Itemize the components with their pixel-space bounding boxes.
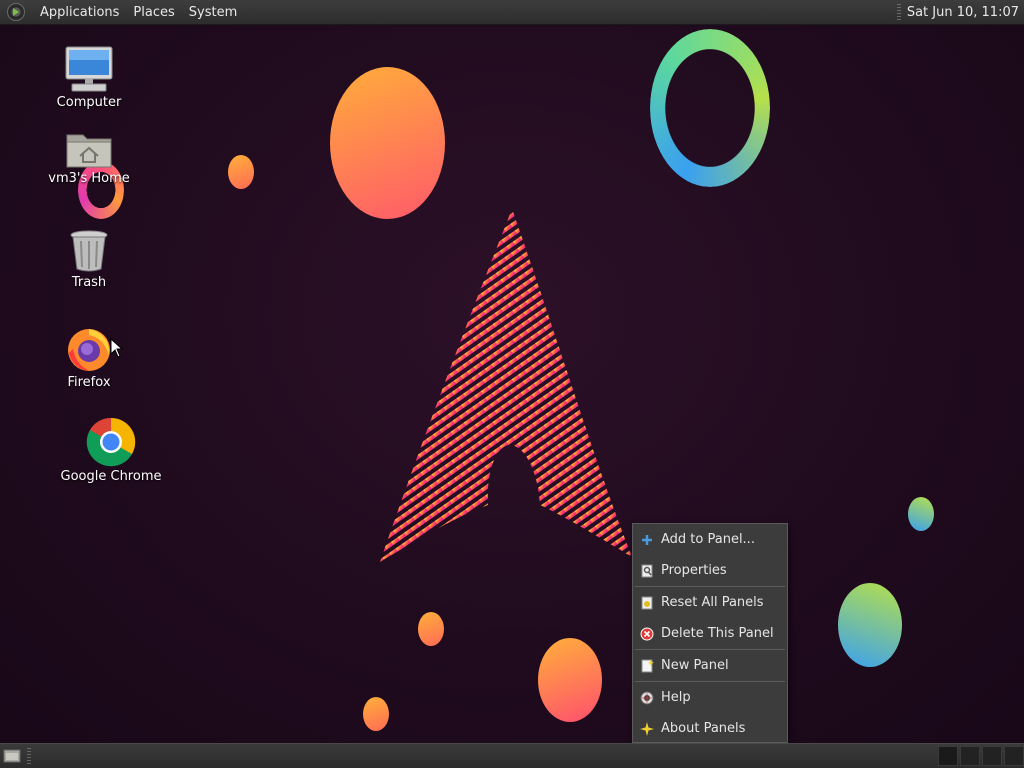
delete-icon (639, 626, 655, 642)
workspace-1[interactable] (938, 746, 958, 766)
wallpaper-blob (908, 497, 934, 531)
wallpaper-blob (538, 638, 602, 722)
desktop-icon-home[interactable]: vm3's Home (29, 129, 149, 186)
menu-item-new-panel[interactable]: New Panel (633, 650, 787, 681)
home-folder-icon (66, 134, 112, 168)
menu-item-label: About Panels (661, 721, 746, 736)
desktop-icon-firefox[interactable]: Firefox (29, 325, 149, 390)
chrome-icon (86, 417, 136, 467)
mouse-cursor-icon (110, 338, 124, 358)
show-desktop-icon[interactable] (3, 748, 21, 764)
firefox-label: Firefox (67, 375, 111, 390)
desktop-icon-chrome[interactable]: Google Chrome (51, 417, 171, 484)
desktop-icon-trash[interactable]: Trash (29, 229, 149, 290)
menu-item-label: Delete This Panel (661, 626, 774, 641)
trash-icon (70, 230, 108, 272)
reset-icon (639, 595, 655, 611)
panel-handle[interactable] (27, 748, 31, 764)
bottom-panel[interactable] (0, 743, 1024, 768)
menu-item-reset-all-panels[interactable]: Reset All Panels (633, 587, 787, 618)
help-icon (639, 690, 655, 706)
menu-logo-icon[interactable] (7, 3, 25, 21)
menu-item-add-to-panel[interactable]: Add to Panel... (633, 524, 787, 555)
desktop[interactable]: Computer vm3's Home Trash Firefox Google… (0, 25, 1024, 743)
places-menu[interactable]: Places (126, 0, 181, 25)
clock[interactable]: Sat Jun 10, 11:07 (907, 5, 1024, 20)
computer-icon (65, 46, 113, 92)
workspace-4[interactable] (1004, 746, 1024, 766)
menu-item-about-panels[interactable]: About Panels (633, 713, 787, 744)
wallpaper-blob (330, 67, 445, 219)
menu-item-delete-this-panel[interactable]: Delete This Panel (633, 618, 787, 649)
panel-handle[interactable] (896, 3, 901, 21)
firefox-icon (68, 329, 110, 371)
computer-label: Computer (56, 95, 122, 110)
applications-menu[interactable]: Applications (33, 0, 126, 25)
panel-context-menu: Add to Panel... Properties Reset All Pan… (632, 523, 788, 743)
wallpaper-blob (418, 612, 444, 646)
menu-item-properties[interactable]: Properties (633, 555, 787, 586)
workspace-3[interactable] (982, 746, 1002, 766)
properties-icon (639, 563, 655, 579)
wallpaper-blob (363, 697, 389, 731)
arch-logo-wallpaper (380, 209, 632, 562)
system-menu[interactable]: System (182, 0, 244, 25)
wallpaper-ring (650, 29, 770, 187)
menu-item-label: Properties (661, 563, 727, 578)
wallpaper-blob (228, 155, 254, 189)
home-label: vm3's Home (48, 171, 130, 186)
wallpaper-blob (838, 583, 902, 667)
workspace-2[interactable] (960, 746, 980, 766)
menu-item-label: New Panel (661, 658, 729, 673)
menu-item-label: Reset All Panels (661, 595, 764, 610)
top-panel: Applications Places System Sat Jun 10, 1… (0, 0, 1024, 25)
menu-item-label: Add to Panel... (661, 532, 755, 547)
new-panel-icon (639, 658, 655, 674)
chrome-label: Google Chrome (60, 469, 162, 484)
plus-icon (639, 532, 655, 548)
trash-label: Trash (71, 275, 107, 290)
desktop-icon-computer[interactable]: Computer (29, 45, 149, 110)
workspace-switcher (936, 746, 1024, 766)
menu-item-label: Help (661, 690, 691, 705)
about-star-icon (639, 721, 655, 737)
menu-item-help[interactable]: Help (633, 682, 787, 713)
